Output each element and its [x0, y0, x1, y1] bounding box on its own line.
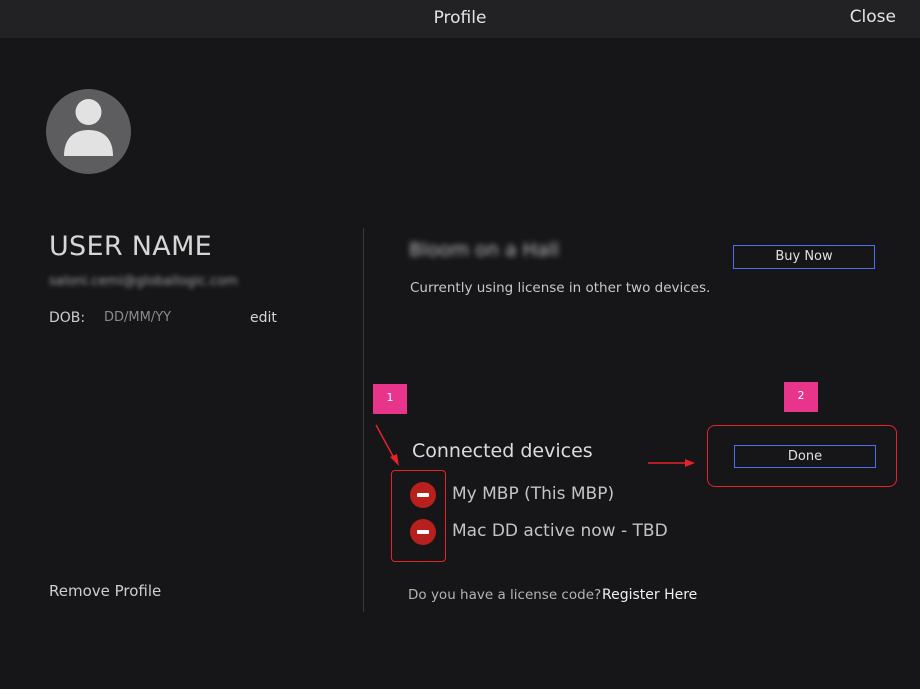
- annotation-arrows: [375, 424, 695, 467]
